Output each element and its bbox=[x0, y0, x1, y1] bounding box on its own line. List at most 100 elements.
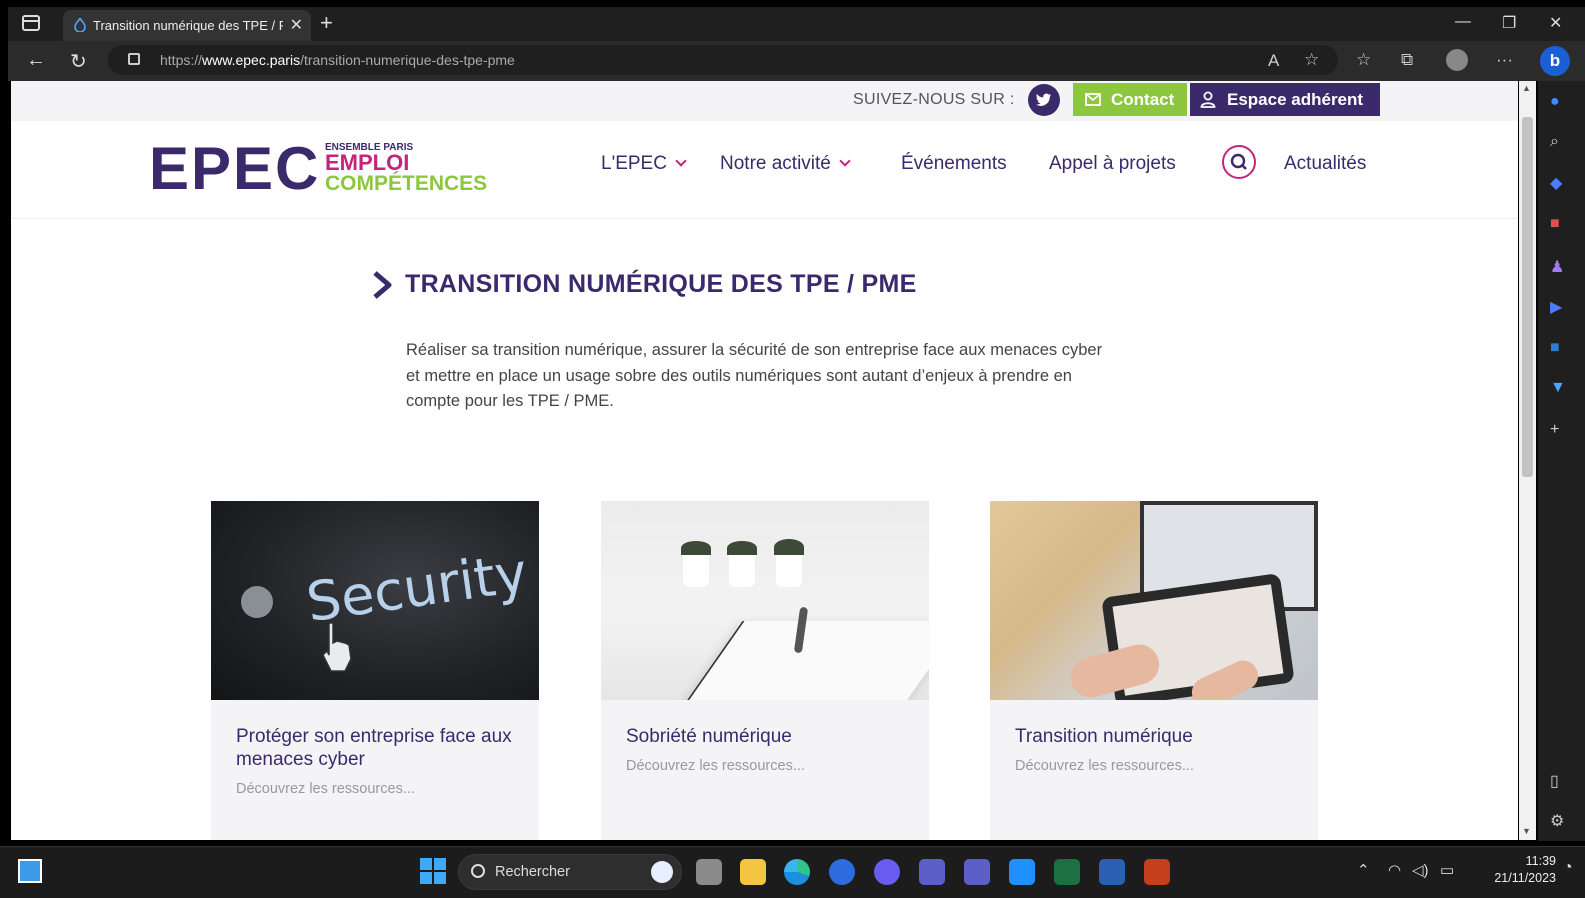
page-topbar: SUIVEZ-NOUS SUR : Contact Espace adhéren… bbox=[11, 81, 1518, 121]
card-title: Transition numérique bbox=[1015, 726, 1193, 747]
url-text: https://www.epec.paris/transition-numeri… bbox=[160, 52, 515, 68]
card-cyber[interactable]: Security Protéger son entreprise face au… bbox=[211, 501, 539, 840]
nav-item-lepec[interactable]: L'EPEC bbox=[601, 153, 687, 175]
page-title: TRANSITION NUMÉRIQUE DES TPE / PME bbox=[405, 270, 917, 298]
edge-sidebar: ● ⌕ ◆ ■ ♟ ▶ ■ ▼ + ▯ ⚙ bbox=[1538, 81, 1585, 841]
app-icon[interactable] bbox=[874, 859, 900, 885]
word-icon[interactable] bbox=[1099, 859, 1125, 885]
edge-taskbar-icon[interactable] bbox=[784, 859, 810, 885]
notification-icon[interactable]: ● bbox=[1550, 93, 1560, 111]
search-icon[interactable] bbox=[1222, 145, 1256, 179]
scroll-down-icon[interactable]: ▼ bbox=[1522, 826, 1531, 836]
card-subtitle: Découvrez les ressources... bbox=[236, 781, 415, 797]
close-window-icon[interactable]: ✕ bbox=[1549, 13, 1562, 33]
card-image-tablet bbox=[990, 501, 1318, 700]
wifi-icon[interactable]: ◠ bbox=[1388, 861, 1401, 879]
widgets-icon[interactable] bbox=[18, 859, 42, 883]
copilot-icon[interactable]: b bbox=[1540, 46, 1570, 76]
card-subtitle: Découvrez les ressources... bbox=[1015, 758, 1194, 774]
powerpoint-icon[interactable] bbox=[1144, 859, 1170, 885]
favorites-icon[interactable]: ☆ bbox=[1356, 50, 1371, 70]
excel-icon[interactable] bbox=[1054, 859, 1080, 885]
taskbar-search-input[interactable]: Rechercher bbox=[458, 854, 682, 890]
outlook-icon[interactable]: ■ bbox=[1550, 339, 1560, 357]
chevron-down-icon bbox=[675, 155, 687, 167]
tray-chevron-icon[interactable]: ⌃ bbox=[1357, 861, 1370, 879]
follow-label: SUIVEZ-NOUS SUR : bbox=[853, 91, 1015, 108]
card-image-notebook bbox=[601, 501, 929, 700]
file-explorer-icon[interactable] bbox=[740, 859, 766, 885]
twitter-icon[interactable] bbox=[1028, 84, 1060, 116]
web-page: SUIVEZ-NOUS SUR : Contact Espace adhéren… bbox=[11, 81, 1518, 840]
office-icon[interactable]: ▶ bbox=[1550, 297, 1562, 317]
browser-addressbar: ← ↻ https://www.epec.paris/transition-nu… bbox=[8, 41, 1585, 81]
site-header: EPEC ENSEMBLE PARIS EMPLOI COMPÉTENCES L… bbox=[11, 121, 1518, 219]
user-icon bbox=[1200, 91, 1216, 108]
teams-icon[interactable] bbox=[919, 859, 945, 885]
windows-taskbar: Rechercher ⌃ ◠ ◁) ▭ 11:39 21/11/2023 ◔ bbox=[0, 846, 1585, 898]
card-sobriete[interactable]: Sobriété numérique Découvrez les ressour… bbox=[601, 501, 929, 840]
url-field[interactable]: https://www.epec.paris/transition-numeri… bbox=[108, 45, 1338, 75]
games-icon[interactable]: ♟ bbox=[1550, 257, 1564, 277]
drop-icon[interactable]: ▼ bbox=[1550, 379, 1566, 397]
restore-icon[interactable]: ❐ bbox=[1502, 13, 1516, 33]
battery-icon[interactable]: ▭ bbox=[1440, 861, 1454, 879]
remote-desktop-icon[interactable] bbox=[1009, 859, 1035, 885]
notification-bell-icon[interactable]: ◔ bbox=[1563, 859, 1573, 877]
tools-icon[interactable]: ■ bbox=[1550, 215, 1560, 233]
back-icon[interactable]: ← bbox=[26, 49, 46, 72]
lock-icon bbox=[128, 53, 140, 65]
refresh-icon[interactable]: ↻ bbox=[70, 49, 87, 74]
card-subtitle: Découvrez les ressources... bbox=[626, 758, 805, 774]
sidebar-add-icon[interactable]: + bbox=[1550, 421, 1559, 439]
favorite-add-icon[interactable]: ☆ bbox=[1304, 50, 1319, 70]
profile-avatar[interactable] bbox=[1446, 49, 1468, 71]
sidebar-settings-icon[interactable]: ⚙ bbox=[1550, 811, 1564, 831]
clock[interactable]: 11:39 21/11/2023 bbox=[1488, 853, 1556, 887]
lock-badge-icon bbox=[241, 586, 273, 618]
search-icon bbox=[471, 864, 485, 878]
sidebar-search-icon[interactable]: ⌕ bbox=[1550, 133, 1559, 151]
shopping-icon[interactable]: ◆ bbox=[1550, 173, 1562, 193]
logo-line3: COMPÉTENCES bbox=[325, 172, 488, 195]
windows-start-icon[interactable] bbox=[420, 858, 446, 884]
minimize-icon[interactable]: — bbox=[1455, 13, 1471, 31]
hand-cursor-icon bbox=[322, 622, 352, 672]
read-aloud-icon[interactable]: A bbox=[1268, 51, 1279, 71]
tab-close-icon[interactable]: ✕ bbox=[290, 15, 303, 35]
card-transition[interactable]: Transition numérique Découvrez les resso… bbox=[990, 501, 1318, 840]
chevron-right-icon bbox=[373, 271, 392, 299]
browser-titlebar: Transition numérique des TPE / PME ✕ + —… bbox=[8, 7, 1585, 41]
scroll-up-icon[interactable]: ▲ bbox=[1522, 83, 1531, 93]
teams-new-icon[interactable] bbox=[964, 859, 990, 885]
espace-adherent-button[interactable]: Espace adhérent bbox=[1190, 83, 1380, 116]
drupal-favicon-icon bbox=[74, 18, 86, 32]
nav-item-actualites[interactable]: Actualités bbox=[1284, 153, 1366, 175]
tab-actions-icon[interactable] bbox=[22, 15, 40, 31]
bing-icon bbox=[651, 861, 673, 883]
tab-title: Transition numérique des TPE / PME bbox=[93, 18, 283, 33]
sidebar-panel-icon[interactable]: ▯ bbox=[1550, 771, 1559, 791]
card-title: Sobriété numérique bbox=[626, 726, 792, 747]
nav-item-evenements[interactable]: Événements bbox=[901, 153, 1007, 175]
nav-item-appel-a-projets[interactable]: Appel à projets bbox=[1049, 153, 1176, 175]
collections-icon[interactable]: ⧉ bbox=[1401, 50, 1413, 70]
nav-item-notre-activite[interactable]: Notre activité bbox=[720, 153, 851, 175]
chevron-down-icon bbox=[839, 155, 851, 167]
logo-mark: EPEC bbox=[149, 135, 321, 202]
new-tab-icon[interactable]: + bbox=[320, 10, 333, 36]
card-title: Protéger son entreprise face aux menaces… bbox=[236, 726, 512, 770]
more-icon[interactable]: ··· bbox=[1496, 50, 1513, 70]
intro-text: Réaliser sa transition numérique, assure… bbox=[406, 341, 1103, 410]
screen: Transition numérique des TPE / PME ✕ + —… bbox=[0, 0, 1585, 898]
scroll-thumb[interactable] bbox=[1522, 117, 1533, 477]
page-scrollbar[interactable]: ▲ ▼ bbox=[1519, 81, 1536, 840]
contact-button[interactable]: Contact bbox=[1073, 83, 1187, 116]
epec-logo[interactable]: EPEC ENSEMBLE PARIS EMPLOI COMPÉTENCES bbox=[149, 135, 494, 202]
card-image-security: Security bbox=[211, 501, 539, 700]
search-app-icon[interactable] bbox=[829, 859, 855, 885]
browser-tab-active[interactable]: Transition numérique des TPE / PME ✕ bbox=[63, 10, 311, 41]
task-view-icon[interactable] bbox=[696, 859, 722, 885]
volume-icon[interactable]: ◁) bbox=[1412, 861, 1429, 879]
mail-icon bbox=[1085, 93, 1101, 106]
